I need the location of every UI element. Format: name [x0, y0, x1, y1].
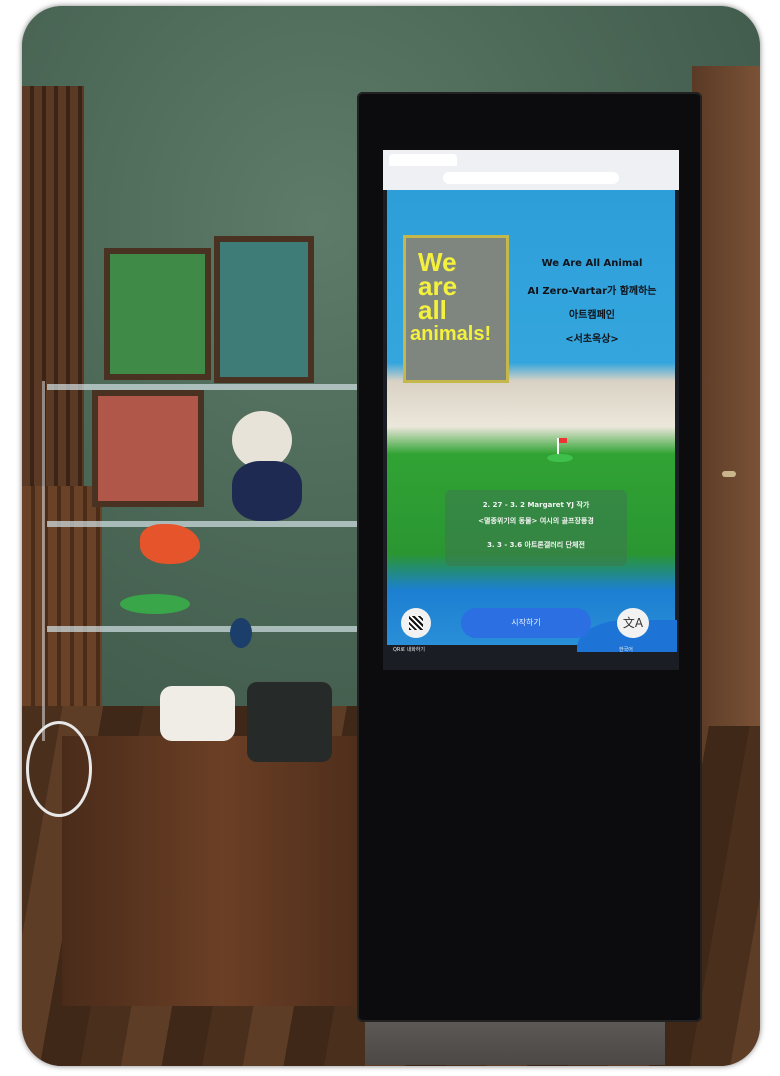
campaign-title: We Are All Animal: [541, 258, 643, 269]
start-button[interactable]: 시작하기: [461, 608, 591, 638]
poster-line: animals!: [410, 323, 492, 345]
info-line: 2. 27 - 3. 2 Margaret YJ 작가: [482, 501, 590, 509]
fox-figurine: [140, 524, 200, 564]
wooden-cabinet: [62, 736, 382, 1006]
poster-line: all: [418, 295, 447, 325]
glass-shelf-pane: [47, 521, 382, 527]
qr-code-button[interactable]: [401, 608, 431, 638]
small-figurine: [230, 618, 252, 648]
campaign-poster: We are all animals!: [403, 235, 509, 383]
white-golf-bag: [160, 686, 235, 741]
exhibition-info-box: 2. 27 - 3. 2 Margaret YJ 작가 <멸종위기의 동물> 여…: [445, 490, 627, 566]
campaign-subtitle: 아트캠페인: [569, 310, 615, 321]
kiosk-screen: We are all animals! We Are All Animal AI…: [383, 150, 679, 670]
browser-bar: [383, 150, 679, 190]
black-golf-bag: [247, 682, 332, 762]
android-nav-bar: [383, 652, 679, 670]
framed-painting: [92, 390, 204, 507]
info-line: 3. 3 - 3.6 아트론갤러리 단체전: [487, 541, 585, 549]
address-bar[interactable]: [443, 172, 619, 184]
golf-green: [547, 454, 573, 462]
browser-tab[interactable]: [389, 154, 457, 166]
white-cables: [26, 721, 92, 817]
qr-code-icon: [409, 616, 423, 630]
glass-shelf-pane: [47, 626, 382, 632]
translate-icon[interactable]: 文A: [617, 608, 649, 638]
door-handle: [722, 471, 736, 477]
campaign-subtitle: AI Zero-Vartar가 함께하는: [527, 286, 657, 297]
campaign-subtitle: <서초옥상>: [565, 334, 619, 345]
monkey-plush-body: [232, 461, 302, 521]
door: [692, 66, 760, 726]
framed-painting: [104, 248, 211, 380]
green-base: [120, 594, 190, 614]
campaign-artwork: We are all animals! We Are All Animal AI…: [387, 190, 677, 670]
framed-painting: [214, 236, 314, 383]
info-line: <멸종위기의 동물> 여시의 골프장풍경: [478, 517, 594, 525]
